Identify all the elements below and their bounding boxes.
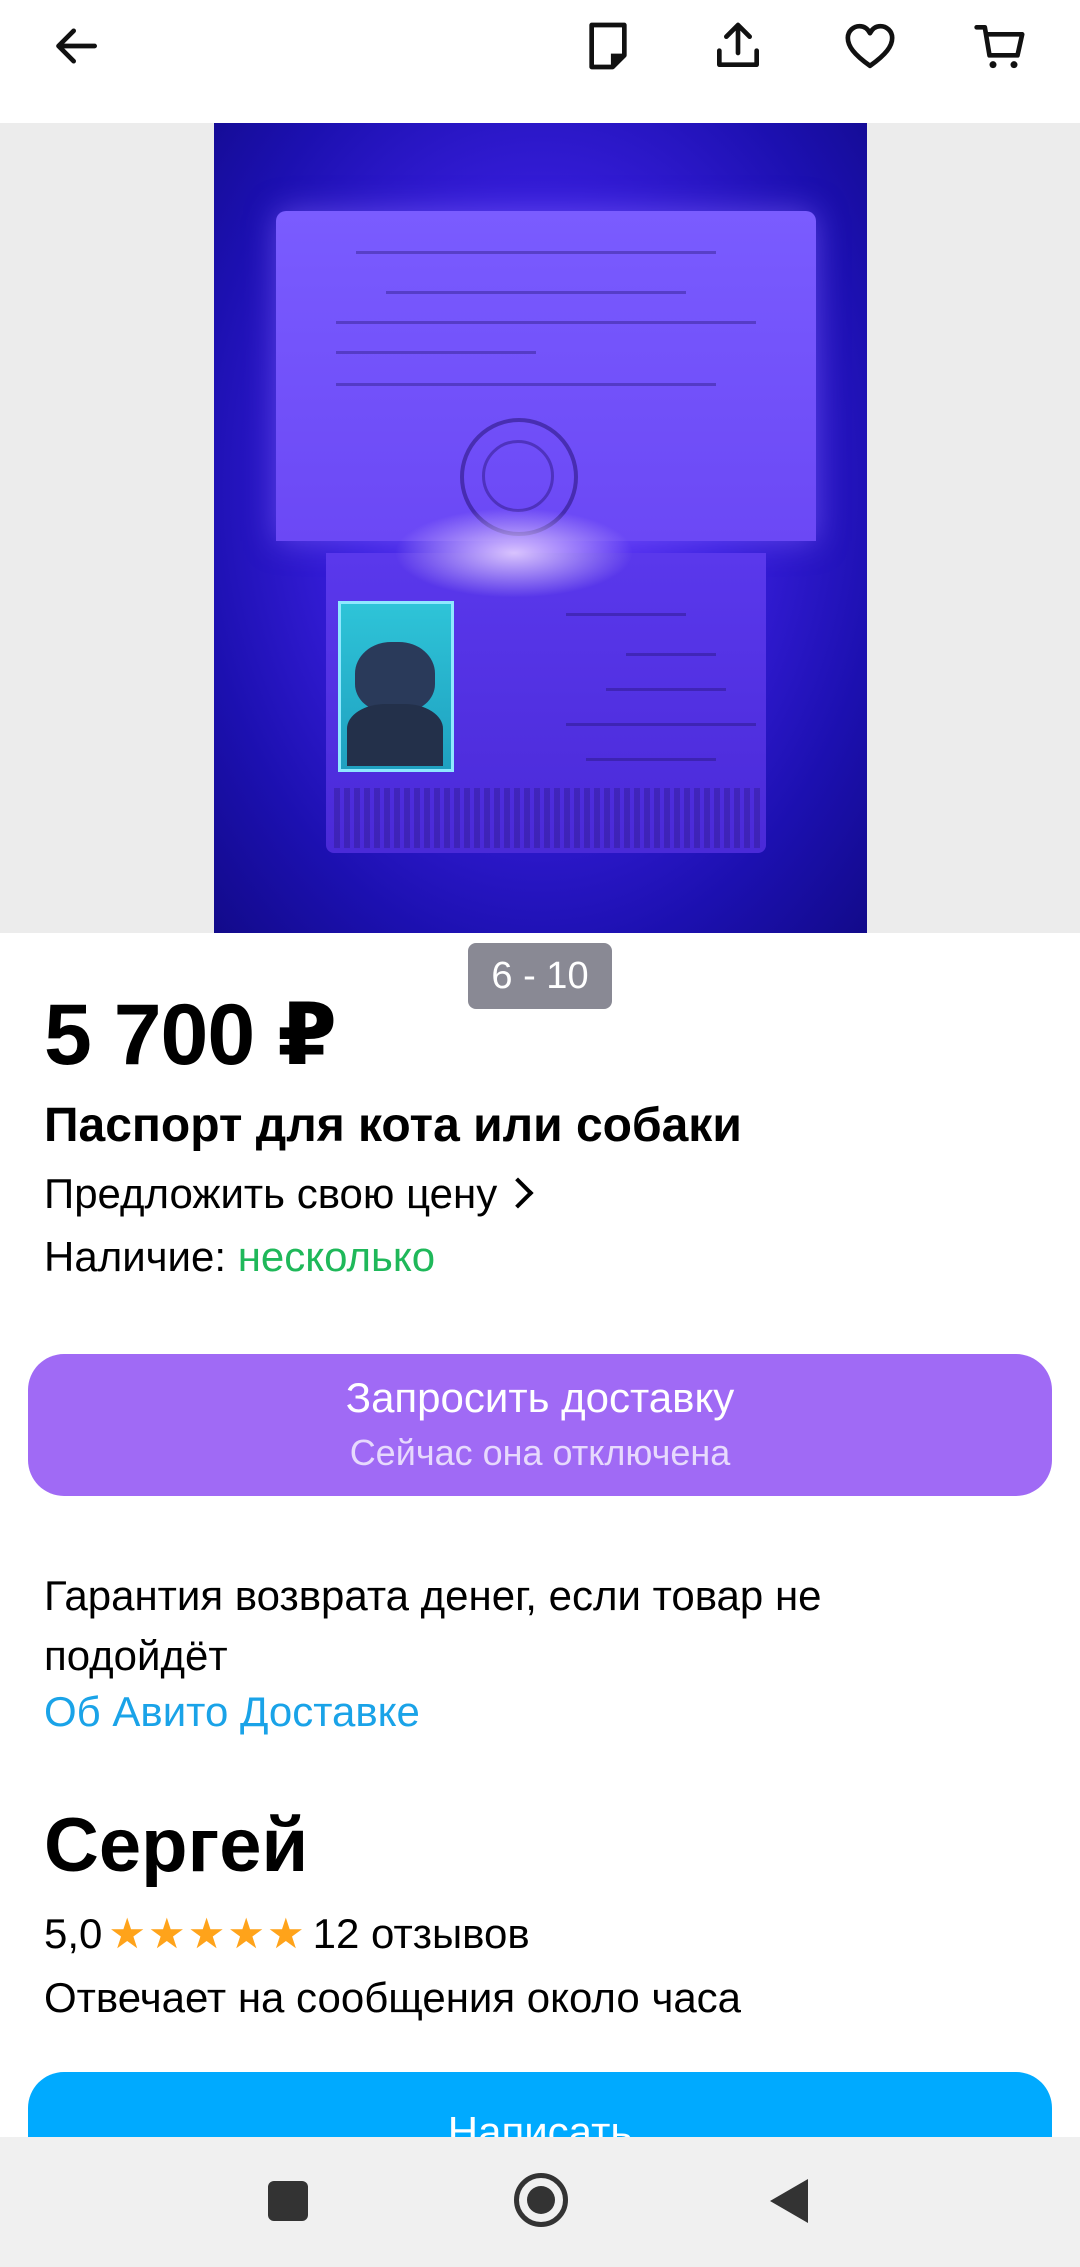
seller-name[interactable]: Сергей xyxy=(44,1802,308,1889)
star-icon: ★ xyxy=(148,1910,186,1957)
recents-square-icon[interactable] xyxy=(268,2181,308,2221)
price: 5 700 ₽ xyxy=(44,987,337,1083)
star-icon: ★ xyxy=(108,1910,147,1957)
availability: Наличие: несколько xyxy=(44,1233,435,1281)
share-icon[interactable] xyxy=(706,14,770,78)
top-app-bar xyxy=(0,0,1080,123)
cart-icon[interactable] xyxy=(968,14,1032,78)
request-delivery-button[interactable]: Запросить доставку Сейчас она отключена xyxy=(28,1354,1052,1496)
avito-dots-icon: ●● xyxy=(760,1013,785,1040)
avito-watermark: ●● Avito xyxy=(760,1009,854,1040)
request-delivery-label: Запросить доставку xyxy=(345,1374,735,1421)
photo-counter: 6 - 10 xyxy=(468,943,612,1009)
star-icon: ★ xyxy=(267,1910,305,1957)
listing-title: Паспорт для кота или собаки xyxy=(44,1099,742,1152)
offer-price-label: Предложить свою цену xyxy=(44,1170,498,1217)
heart-icon[interactable] xyxy=(838,14,902,78)
rating-stars: ★ ★ ★ ★ ★ xyxy=(108,1913,306,1955)
cat-photo xyxy=(338,601,454,772)
seller-rating: 5,0 ★ ★ ★ ★ ★ 12 отзывов xyxy=(44,1910,530,1958)
rating-value: 5,0 xyxy=(44,1910,103,1957)
home-circle-icon[interactable] xyxy=(514,2173,568,2227)
star-icon: ★ xyxy=(227,1910,266,1957)
money-back-guarantee: Гарантия возврата денег, если товар не п… xyxy=(44,1572,822,1679)
system-navigation-bar xyxy=(0,2137,1080,2267)
about-avito-delivery-link[interactable]: Об Авито Доставке xyxy=(44,1688,420,1736)
back-arrow-icon[interactable] xyxy=(44,14,108,78)
response-time: Отвечает на сообщения около часа xyxy=(44,1974,742,2021)
request-delivery-sublabel: Сейчас она отключена xyxy=(349,1432,731,1473)
light-glare xyxy=(394,508,634,598)
chevron-right-icon xyxy=(502,1177,534,1209)
reviews-link[interactable]: 12 отзывов xyxy=(313,1910,530,1958)
back-triangle-icon[interactable] xyxy=(770,2179,808,2223)
star-icon: ★ xyxy=(187,1910,226,1957)
note-icon[interactable] xyxy=(576,14,640,78)
offer-price-link[interactable]: Предложить свою цену xyxy=(44,1170,534,1218)
availability-label: Наличие: xyxy=(44,1233,227,1280)
availability-value: несколько xyxy=(237,1233,436,1280)
photo-gallery[interactable]: 6 - 10 ●● Avito xyxy=(0,123,1080,1040)
listing-photo[interactable] xyxy=(214,123,867,933)
machine-readable-zone xyxy=(334,788,764,848)
